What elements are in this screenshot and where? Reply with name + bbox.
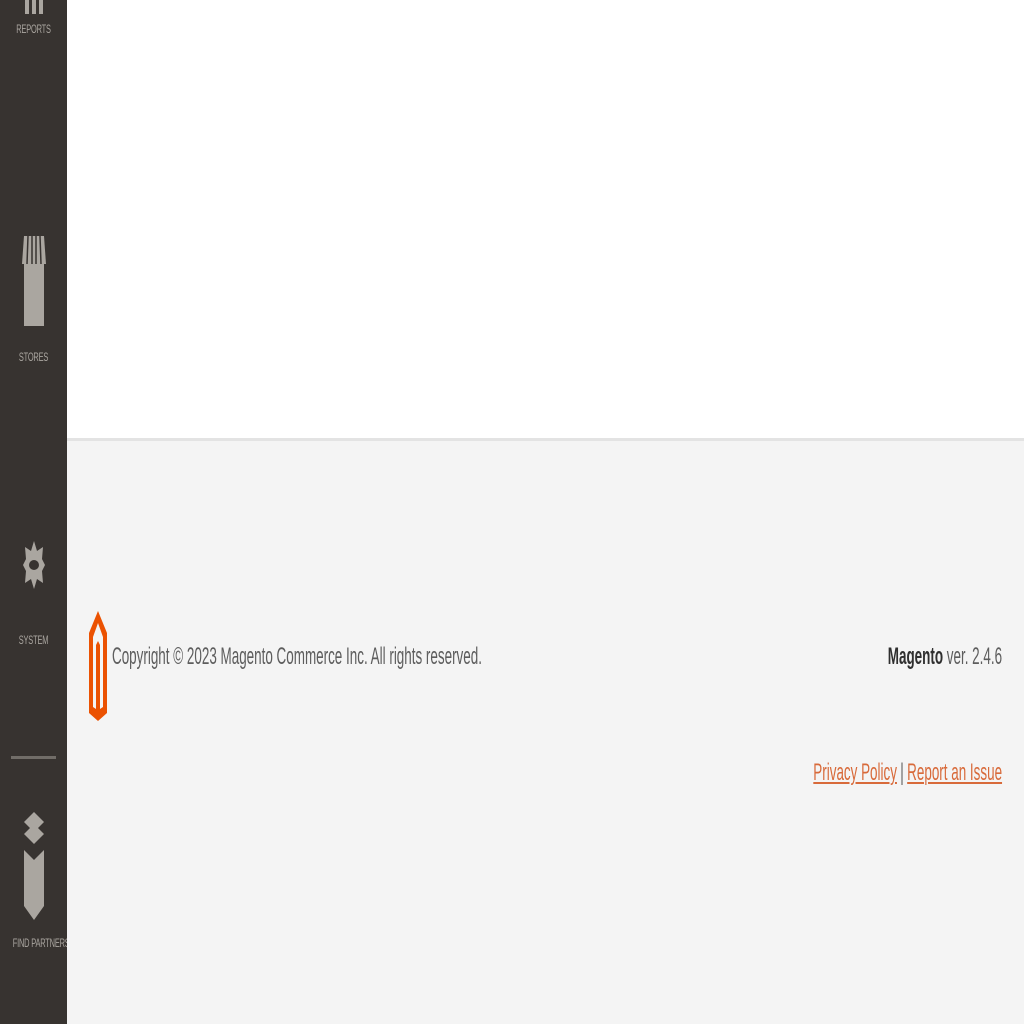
admin-sidebar: REPORTS STORES SYSTEM FIND PARTNERS & EX… xyxy=(0,0,67,1024)
page-content xyxy=(67,0,1024,438)
sidebar-item-label: REPORTS xyxy=(16,22,51,36)
stores-icon xyxy=(21,235,46,326)
copyright-text: Copyright © 2023 Magento Commerce Inc. A… xyxy=(112,643,482,670)
sidebar-item-label: STORES xyxy=(18,350,49,364)
brand-name: Magento xyxy=(887,643,943,670)
footer-links: Privacy Policy | Report an Issue xyxy=(813,759,1002,787)
magento-logo-icon xyxy=(89,611,107,721)
sidebar-item-label: SYSTEM xyxy=(18,633,49,647)
sidebar-item-find-partners[interactable]: FIND PARTNERS & EXTENSIONS xyxy=(0,810,67,960)
gear-icon xyxy=(22,541,45,589)
version-info: Magento ver. 2.4.6 xyxy=(888,643,1002,671)
reports-icon xyxy=(24,0,43,14)
sidebar-item-system[interactable]: SYSTEM xyxy=(0,515,67,655)
report-issue-link[interactable]: Report an Issue xyxy=(907,759,1002,786)
sidebar-item-reports[interactable]: REPORTS xyxy=(0,0,67,44)
partners-icon xyxy=(23,812,44,920)
sidebar-item-stores[interactable]: STORES xyxy=(0,230,67,372)
link-separator: | xyxy=(900,759,904,786)
page-footer: Copyright © 2023 Magento Commerce Inc. A… xyxy=(67,441,1024,1024)
sidebar-item-label: FIND PARTNERS & EXTENSIONS xyxy=(12,936,67,950)
version-number: ver. 2.4.6 xyxy=(942,643,1002,670)
sidebar-divider xyxy=(11,756,56,759)
privacy-policy-link[interactable]: Privacy Policy xyxy=(813,759,897,786)
